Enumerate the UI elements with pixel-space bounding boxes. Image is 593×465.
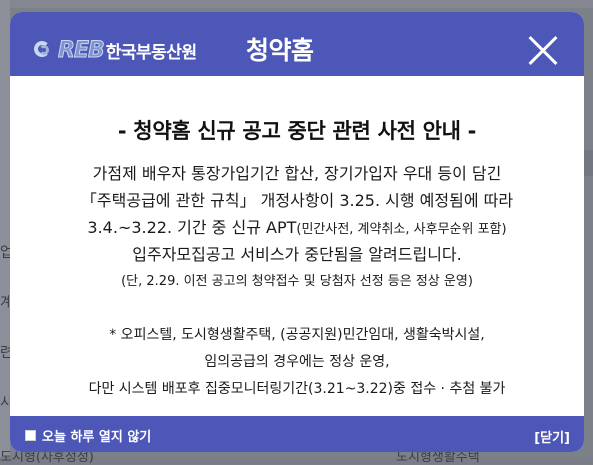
notice-title: - 청약홈 신규 공고 중단 관련 사전 안내 - bbox=[117, 119, 477, 143]
dont-show-today-checkbox[interactable] bbox=[25, 430, 36, 441]
backdrop-left-edge bbox=[0, 0, 10, 457]
modal-header: REB 한국부동산원 청약홈 bbox=[10, 12, 584, 76]
body-line-4: 입주자모집공고 서비스가 중단됨을 알려드립니다. bbox=[132, 245, 462, 264]
modal-footer: 오늘 하루 열지 않기 [닫기] bbox=[10, 416, 584, 452]
note-line-2: 임의공급의 경우에는 정상 운영, bbox=[204, 354, 390, 370]
body-line-5: (단, 2.29. 이전 공고의 청약접수 및 당첨자 선정 등은 정상 운영) bbox=[121, 274, 473, 289]
brand-name: 청약홈 bbox=[246, 36, 314, 65]
dont-show-today-label[interactable]: 오늘 하루 열지 않기 bbox=[42, 426, 151, 445]
body-line-2: 「주택공급에 관한 규칙」 개정사항이 3.25. 시행 예정됨에 따라 bbox=[80, 191, 514, 210]
body-line-3: 3.4.~3.22. 기간 중 신규 APT(민간사전, 계약취소, 사후무순위… bbox=[10, 214, 584, 238]
body-line-3-main: 3.4.~3.22. 기간 중 신규 APT bbox=[87, 218, 297, 237]
note-line-3: 다만 시스템 배포후 집중모니터링기간(3.21~3.22)중 접수 · 추첨 … bbox=[88, 381, 506, 397]
body-line-3-paren: (민간사전, 계약취소, 사후무순위 포함) bbox=[296, 222, 507, 237]
backdrop-top-band bbox=[0, 0, 593, 8]
dont-show-today-toggle[interactable]: 오늘 하루 열지 않기 bbox=[25, 426, 151, 445]
notice-modal: REB 한국부동산원 청약홈 - 청약홈 신규 공고 중단 관련 사전 안내 -… bbox=[10, 12, 584, 452]
logo: REB 한국부동산원 bbox=[34, 36, 197, 64]
note-line-1: * 오피스텔, 도시형생활주택, (공공지원)민간임대, 생활숙박시설, bbox=[109, 327, 485, 343]
close-link[interactable]: [닫기] bbox=[534, 427, 570, 446]
close-icon[interactable] bbox=[522, 30, 562, 70]
logo-text: REB bbox=[58, 37, 106, 63]
logo-mark-icon bbox=[34, 39, 56, 61]
body-line-1: 가점제 배우자 통장가입기간 합산, 장기가입자 우대 등이 담긴 bbox=[92, 164, 502, 183]
org-name: 한국부동산원 bbox=[105, 42, 197, 63]
